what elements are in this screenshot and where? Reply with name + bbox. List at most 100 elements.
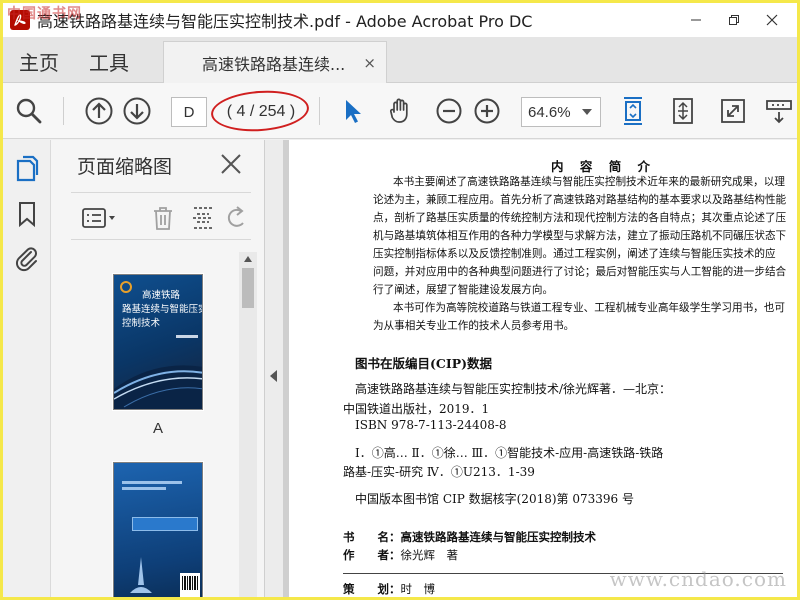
rotate-page-button[interactable] — [223, 205, 251, 231]
intro-line: 行了阐述，展望了智能建设发展方向。 — [373, 284, 554, 296]
fit-page-button[interactable] — [617, 95, 649, 127]
cip-line: 中国铁道出版社，2019．1 — [343, 402, 490, 416]
intro-line: 点，剖析了路基压实质量的传统控制方法和现代控制方法的各自特点；其次重点论述了压 — [373, 212, 787, 224]
insert-page-icon — [193, 207, 213, 229]
intro-line: 论述为主，兼顾工程应用。首先分析了高速铁路对路基结构的基本要求以及路基结构性能 — [373, 194, 787, 206]
thumbnail-title-line: 路基连续与智能压实 — [122, 304, 203, 315]
fullscreen-button[interactable] — [717, 95, 749, 127]
rotate-icon — [227, 206, 244, 227]
cover-train-illustration — [114, 365, 202, 409]
zoom-out-button[interactable] — [433, 95, 465, 127]
tower-icon — [130, 557, 152, 593]
options-menu-icon — [82, 208, 115, 228]
cip-line: 高速铁路路基连续与智能压实控制技术/徐光辉著．—北京： — [355, 382, 672, 396]
document-tab-close-button[interactable]: × — [363, 54, 376, 72]
hand-tool-button[interactable] — [385, 95, 417, 127]
scroll-mode-button[interactable] — [667, 95, 699, 127]
thumbnail-title-line: 高速铁路 — [142, 290, 181, 301]
page-count: ( 4 / 254 ) — [226, 103, 296, 120]
page-number-input[interactable] — [171, 97, 207, 127]
window-title: 高速铁路路基连续与智能压实控制技术.pdf - Adobe Acrobat Pr… — [37, 12, 533, 31]
minimize-button[interactable] — [677, 3, 715, 37]
scrollbar-thumb[interactable] — [242, 268, 254, 308]
attachments-button[interactable] — [13, 244, 41, 272]
delete-page-button[interactable] — [149, 205, 177, 231]
left-nav-strip — [3, 140, 51, 597]
back-cover-text-line — [122, 487, 166, 490]
search-icon — [16, 98, 42, 124]
maximize-button[interactable] — [715, 3, 753, 37]
meta-key: 书 名： — [343, 530, 401, 544]
search-button[interactable] — [13, 95, 45, 127]
author-line-decoration — [176, 335, 198, 338]
page-thumbnails-panel: 页面缩略图 高速铁路 路基连续与智能压实 控制技术 A — [51, 140, 265, 597]
tab-home[interactable]: 主页 — [19, 47, 59, 76]
thumbnail-page-label: A — [152, 420, 163, 437]
restore-icon — [729, 15, 739, 25]
toolbar-separator — [63, 97, 64, 125]
meta-key: 策 划： — [343, 582, 401, 596]
close-window-button[interactable] — [753, 3, 791, 37]
back-cover-text-line — [122, 481, 182, 484]
next-page-button[interactable] — [121, 95, 153, 127]
panel-collapse-handle[interactable] — [265, 140, 283, 597]
app-window: 高速铁路路基连续与智能压实控制技术.pdf - Adobe Acrobat Pr… — [0, 0, 800, 600]
thumbnail-title-line: 控制技术 — [122, 318, 161, 329]
zoom-out-icon — [436, 98, 462, 124]
meta-row-title: 书 名：高速铁路路基连续与智能压实控制技术 — [343, 529, 596, 545]
zoom-level-value: 64.6% — [528, 103, 571, 121]
zoom-in-button[interactable] — [471, 95, 503, 127]
scroll-mode-icon — [673, 98, 693, 124]
select-arrow-icon — [346, 100, 361, 123]
title-bar: 高速铁路路基连续与智能压实控制技术.pdf - Adobe Acrobat Pr… — [3, 3, 797, 37]
scroll-up-icon[interactable] — [244, 256, 252, 262]
chevron-left-icon — [270, 370, 277, 382]
intro-line: 本书主要阐述了高速铁路路基连续与智能压实控制技术近年来的最新研究成果，以理 — [393, 176, 785, 188]
zoom-level-select[interactable]: 64.6% — [521, 97, 601, 127]
select-tool-button[interactable] — [335, 95, 367, 127]
tab-tools[interactable]: 工具 — [89, 47, 129, 76]
meta-value: 高速铁路路基连续与智能压实控制技术 — [400, 530, 597, 544]
cip-line: Ⅰ．①高… Ⅱ．①徐… Ⅲ．①智能技术-应用-高速铁路-铁路 — [355, 446, 664, 460]
previous-page-button[interactable] — [83, 95, 115, 127]
meta-value: 徐光辉 著 — [400, 548, 459, 562]
insert-page-button[interactable] — [189, 205, 217, 231]
tab-document[interactable]: 高速铁路路基连续... × — [163, 41, 387, 84]
close-icon — [766, 14, 778, 26]
thumbnail-scrollbar[interactable] — [239, 252, 257, 597]
page-thumbnail-cover[interactable]: 高速铁路 路基连续与智能压实 控制技术 — [113, 274, 203, 410]
cip-heading: 图书在版编目(CIP)数据 — [355, 356, 493, 371]
zoom-in-icon — [474, 98, 500, 124]
bookmarks-button[interactable] — [13, 200, 41, 228]
trash-icon — [154, 207, 172, 230]
page-thumbnail-back-cover[interactable] — [113, 462, 203, 597]
meta-key: 作 者： — [343, 548, 401, 562]
thumbnail-options-button[interactable] — [81, 205, 121, 231]
divider — [343, 573, 783, 574]
fit-page-icon — [624, 97, 642, 125]
read-mode-button[interactable] — [763, 95, 795, 127]
panel-title: 页面缩略图 — [77, 156, 173, 178]
window-controls — [677, 3, 791, 37]
thumbnail-tools-row — [71, 192, 251, 240]
page-thumbnails-button[interactable] — [13, 154, 41, 182]
hand-icon — [389, 98, 408, 123]
back-cover-banner — [132, 517, 198, 531]
close-panel-icon[interactable] — [219, 152, 243, 176]
read-mode-icon — [766, 100, 792, 124]
barcode-icon — [180, 573, 200, 597]
document-page: 内 容 简 介 本书主要阐述了高速铁路路基连续与智能压实控制技术近年来的最新研究… — [289, 140, 797, 597]
cip-line: ISBN 978-7-113-24408-8 — [355, 418, 507, 432]
main-toolbar: ( 4 / 254 ) 64.6% — [3, 83, 797, 139]
document-view[interactable]: 内 容 简 介 本书主要阐述了高速铁路路基连续与智能压实控制技术近年来的最新研究… — [283, 140, 797, 597]
paperclip-icon — [16, 247, 37, 272]
document-tab-label: 高速铁路路基连续... — [202, 55, 346, 74]
intro-line: 压实控制指标体系以及反馈控制准则。通过工程实例，阐述了连续与智能压实技术的应 — [373, 248, 776, 260]
cip-line: 路基-压实-研究 Ⅳ．①U213．1-39 — [343, 465, 535, 479]
cip-line: 中国版本图书馆 CIP 数据核字(2018)第 073396 号 — [355, 492, 634, 506]
meta-value: 时 博 — [400, 582, 436, 596]
minimize-icon — [691, 19, 701, 21]
intro-line: 问题，并对应用中的各种典型问题进行了讨论；最后对智能压实与人工智能的进一步结合 — [373, 266, 787, 278]
meta-row-author: 作 者：徐光辉 著 — [343, 547, 458, 563]
acrobat-app-icon — [10, 10, 30, 30]
